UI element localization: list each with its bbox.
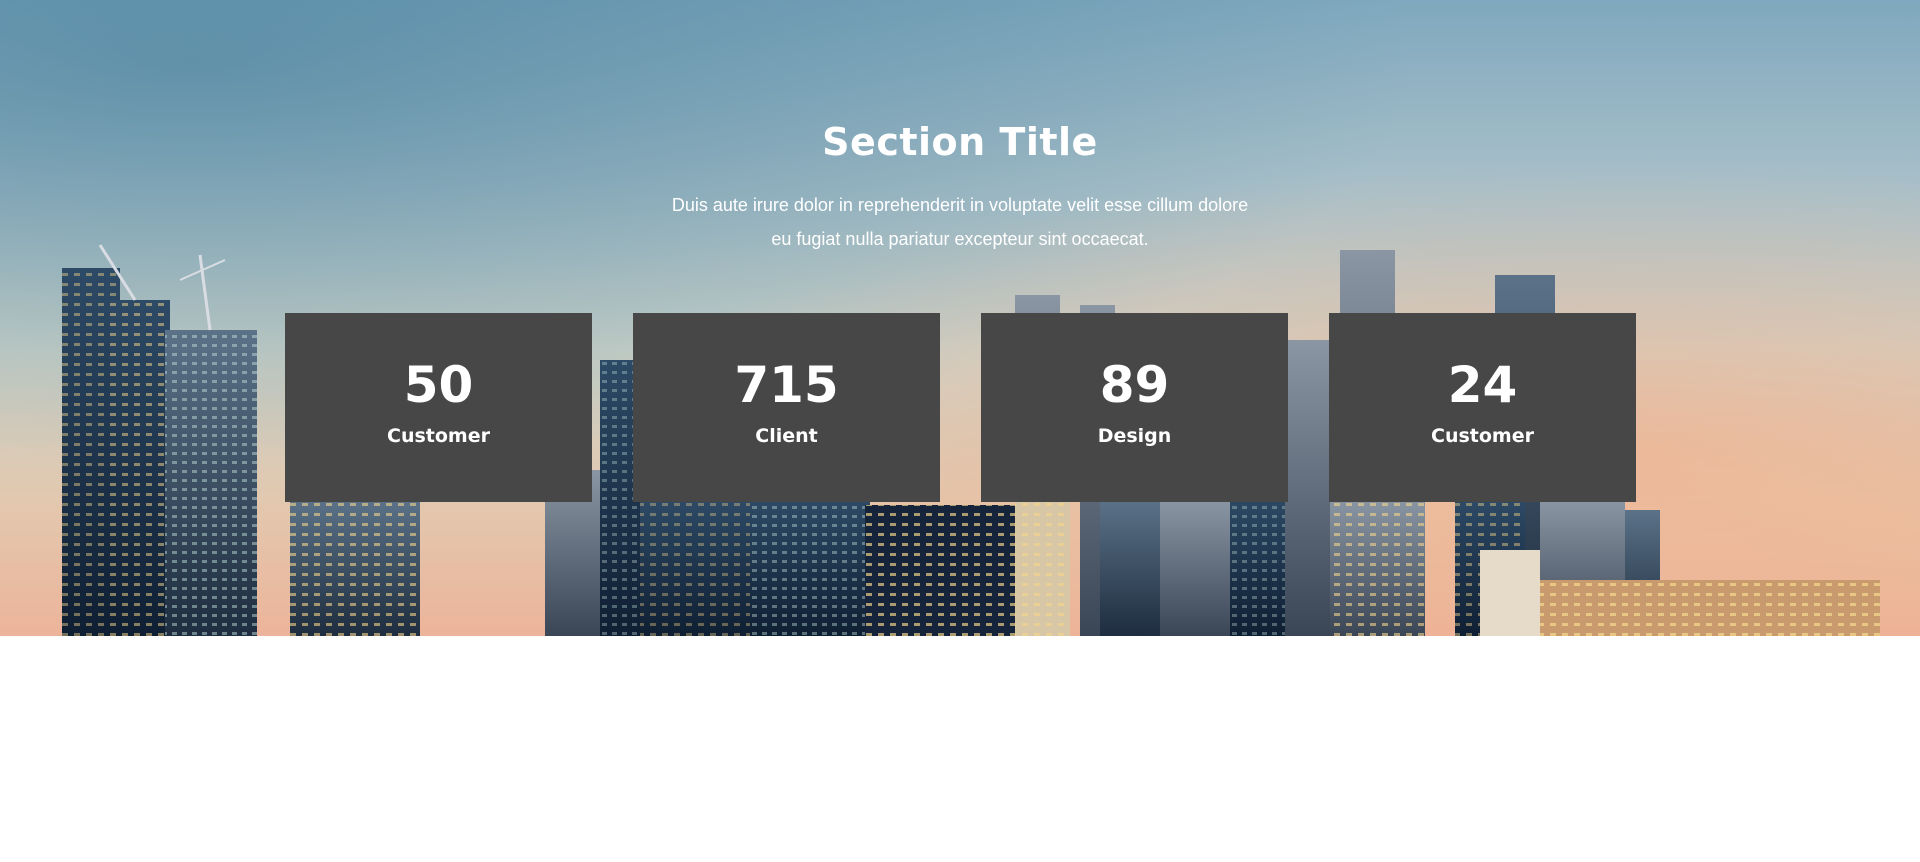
stat-value: 715 (734, 356, 839, 414)
stat-label: Design (1097, 425, 1172, 447)
section-description: Duis aute irure dolor in reprehenderit i… (650, 188, 1270, 256)
stat-card-customer-2: 24 Customer (1329, 313, 1636, 502)
stat-label: Customer (387, 425, 490, 447)
section-description-line-2: eu fugiat nulla pariatur excepteur sint … (771, 229, 1149, 249)
stats-row: 50 Customer 715 Client 89 Design 24 Cust… (285, 313, 1636, 502)
stat-value: 89 (1099, 356, 1170, 414)
stat-label: Client (755, 425, 818, 447)
stat-value: 50 (403, 356, 474, 414)
stat-value: 24 (1447, 356, 1518, 414)
stat-card-client: 715 Client (633, 313, 940, 502)
stat-label: Customer (1431, 425, 1534, 447)
section-header: Section Title Duis aute irure dolor in r… (0, 112, 1920, 256)
stat-card-design: 89 Design (981, 313, 1288, 502)
blank-page-area (0, 636, 1920, 862)
counter-hero-section: Section Title Duis aute irure dolor in r… (0, 0, 1920, 636)
stat-card-customer: 50 Customer (285, 313, 592, 502)
section-description-line-1: Duis aute irure dolor in reprehenderit i… (671, 195, 1249, 215)
section-title: Section Title (822, 120, 1098, 164)
